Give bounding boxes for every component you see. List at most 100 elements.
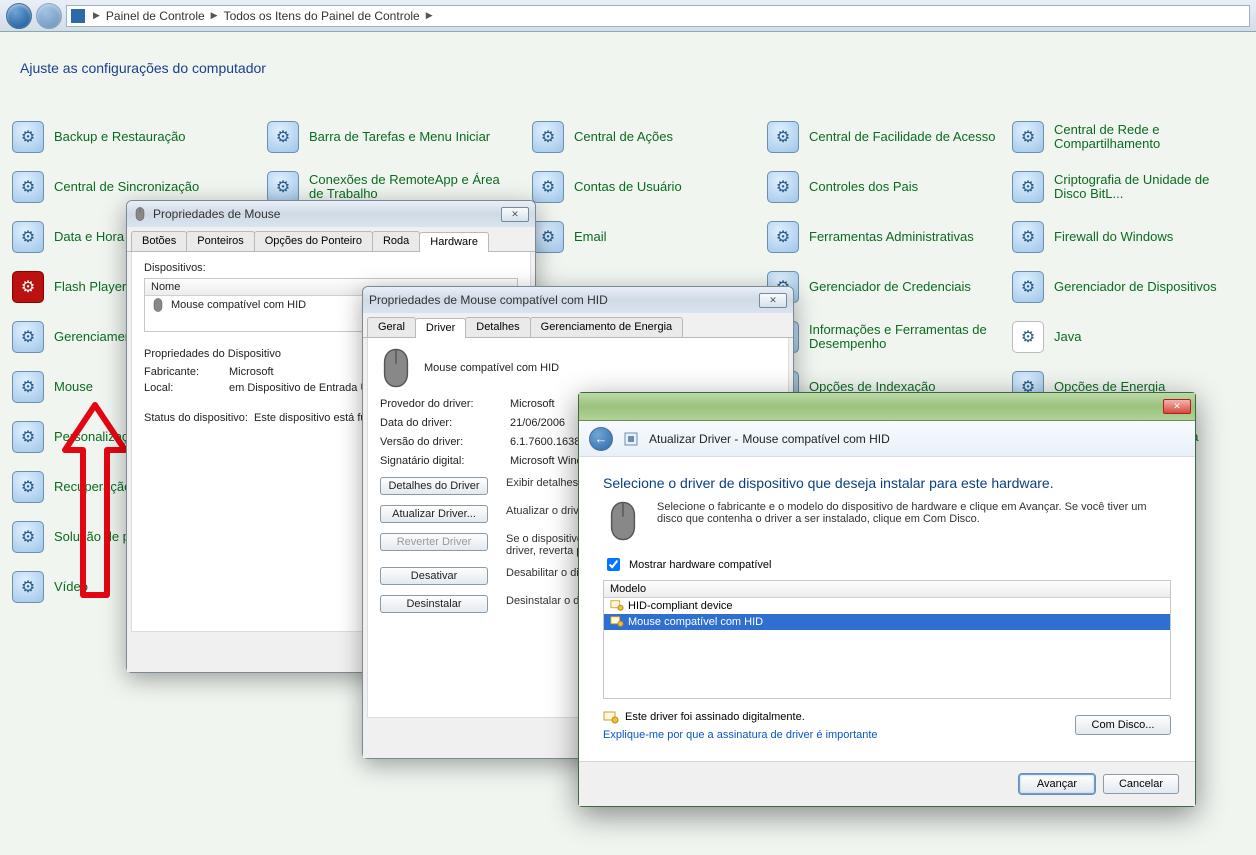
control-panel-item[interactable]: ⚙Central de Ações [532,120,682,154]
dialog-title: Propriedades de Mouse [153,207,280,221]
control-panel-item[interactable]: ⚙ Email [532,220,682,254]
control-panel-item-icon: ⚙ [1012,121,1044,153]
control-panel-item[interactable]: ⚙ Criptografia de Unidade de Disco BitL..… [1012,170,1244,204]
tab[interactable]: Driver [415,318,466,338]
tab[interactable]: Opções do Ponteiro [254,231,373,251]
model-list[interactable]: Modelo HID-compliant device Mouse compatí… [603,580,1171,699]
kv-key: Fabricante: [144,366,229,378]
control-panel-item-label: Criptografia de Unidade de Disco BitL... [1054,173,1244,202]
kv-key: Signatário digital: [380,455,510,467]
tab[interactable]: Gerenciamento de Energia [530,317,683,337]
signed-status: Este driver foi assinado digitalmente. [625,711,805,723]
close-button[interactable]: ✕ [1163,399,1191,414]
control-panel-item[interactable]: ⚙Ferramentas Administrativas [767,220,1002,254]
mouse-icon [380,348,412,388]
control-panel-item-label: Conexões de RemoteApp e Área de Trabalho [309,173,502,202]
control-panel-item-label: Recuperação [54,480,131,494]
control-panel-item-label: Data e Hora [54,230,124,244]
breadcrumb[interactable]: Todos os Itens do Painel de Controle [224,9,420,23]
control-panel-item-icon: ⚙ [532,221,564,253]
page-title: Ajuste as configurações do computador [20,60,266,76]
nav-forward-button[interactable] [36,3,62,29]
mouse-icon [151,298,165,312]
control-panel-item-icon: ⚙ [12,171,44,203]
kv-key: Data do driver: [380,417,510,429]
control-panel-item-icon: ⚙ [767,121,799,153]
signed-driver-icon [610,615,624,629]
control-panel-item-label: Central de Rede e Compartilhamento [1054,123,1244,152]
driver-details-button[interactable]: Detalhes do Driver [380,477,488,495]
control-panel-item-label: Central de Facilidade de Acesso [809,130,995,144]
breadcrumb[interactable]: Painel de Controle [106,9,205,23]
tab-strip: GeralDriverDetalhesGerenciamento de Ener… [363,313,793,338]
model-name: Mouse compatível com HID [628,616,763,628]
kv-value: 6.1.7600.16385 [510,436,586,448]
why-signing-link[interactable]: Explique-me por que a assinatura de driv… [603,729,878,741]
control-panel-item[interactable]: ⚙Gerenciador de Dispositivos [1012,270,1244,304]
control-panel-item-label: Email [574,230,607,244]
control-panel-item-label: Barra de Tarefas e Menu Iniciar [309,130,490,144]
wizard-heading: Selecione o driver de dispositivo que de… [603,475,1171,491]
tab[interactable]: Roda [372,231,420,251]
control-panel-item-label: Firewall do Windows [1054,230,1173,244]
control-panel-item-label: Central de Sincronização [54,180,199,194]
control-panel-item[interactable]: ⚙ Firewall do Windows [1012,220,1244,254]
control-panel-item-icon: ⚙ [12,371,44,403]
dialog-titlebar[interactable]: Propriedades de Mouse compatível com HID… [363,287,793,313]
control-panel-item[interactable]: ⚙Java [1012,320,1244,354]
control-panel-item-icon: ⚙ [1012,171,1044,203]
control-panel-item-icon: ⚙ [532,171,564,203]
control-panel-item-icon: ⚙ [1012,221,1044,253]
kv-key: Status do dispositivo: [144,412,254,424]
control-panel-item-icon: ⚙ [12,321,44,353]
disable-device-button[interactable]: Desativar [380,567,488,585]
wizard-title-device: Mouse compatível com HID [742,432,889,446]
tab[interactable]: Detalhes [465,317,530,337]
dialog-titlebar[interactable]: Propriedades de Mouse ✕ [127,201,535,227]
tab[interactable]: Geral [367,317,416,337]
control-panel-item[interactable]: ⚙Contas de Usuário [532,170,682,204]
have-disk-button[interactable]: Com Disco... [1075,715,1171,735]
control-panel-item-label: Mouse [54,380,93,394]
next-button[interactable]: Avançar [1019,774,1095,794]
control-panel-item[interactable]: ⚙Barra de Tarefas e Menu Iniciar [267,120,502,154]
cancel-button[interactable]: Cancelar [1103,774,1179,794]
address-field[interactable]: ▶ Painel de Controle ▶ Todos os Itens do… [66,5,1250,27]
control-panel-item-label: Vídeo [54,580,88,594]
tab[interactable]: Botões [131,231,187,251]
control-panel-item[interactable]: ⚙ Central de Facilidade de Acesso [767,120,1002,154]
control-panel-item[interactable]: ⚙ Central de Rede e Compartilhamento [1012,120,1244,154]
wizard-title-prefix: Atualizar Driver - [649,432,738,446]
nav-back-button[interactable]: ← [589,427,613,451]
model-row[interactable]: HID-compliant device [604,598,1170,614]
model-row[interactable]: Mouse compatível com HID [604,614,1170,630]
show-compatible-checkbox[interactable] [607,558,620,571]
control-panel-item[interactable]: ⚙Informações e Ferramentas de Desempenho [767,320,1002,354]
update-driver-button[interactable]: Atualizar Driver... [380,505,488,523]
control-panel-item[interactable]: ⚙Backup e Restauração [12,120,199,154]
kv-key: Versão do driver: [380,436,510,448]
wizard-intro-text: Selecione o fabricante e o modelo do dis… [657,501,1171,541]
control-panel-item-label: Backup e Restauração [54,130,186,144]
uninstall-driver-button[interactable]: Desinstalar [380,595,488,613]
control-panel-item[interactable]: ⚙Conexões de RemoteApp e Área de Trabalh… [267,170,502,204]
control-panel-item[interactable]: ⚙ Central de Sincronização [12,170,199,204]
wizard-icon [623,431,639,447]
control-panel-item-icon: ⚙ [1012,321,1044,353]
kv-key: Local: [144,382,229,394]
column-header[interactable]: Modelo [610,583,646,595]
mouse-icon [133,207,147,221]
control-panel-item-icon: ⚙ [1012,271,1044,303]
control-panel-item[interactable]: ⚙Controles dos Pais [767,170,1002,204]
control-panel-item-label: Flash Player [54,280,126,294]
control-panel-item[interactable]: ⚙Gerenciador de Credenciais [767,270,1002,304]
kv-value: Microsoft [229,366,274,378]
close-button[interactable]: ✕ [759,293,787,308]
dialog-titlebar[interactable]: ✕ [579,393,1195,421]
tab[interactable]: Hardware [419,232,489,252]
tab[interactable]: Ponteiros [186,231,254,251]
control-panel-item-icon: ⚙ [12,421,44,453]
control-panel-item-icon: ⚙ [12,221,44,253]
close-button[interactable]: ✕ [501,207,529,222]
nav-back-button[interactable] [6,3,32,29]
